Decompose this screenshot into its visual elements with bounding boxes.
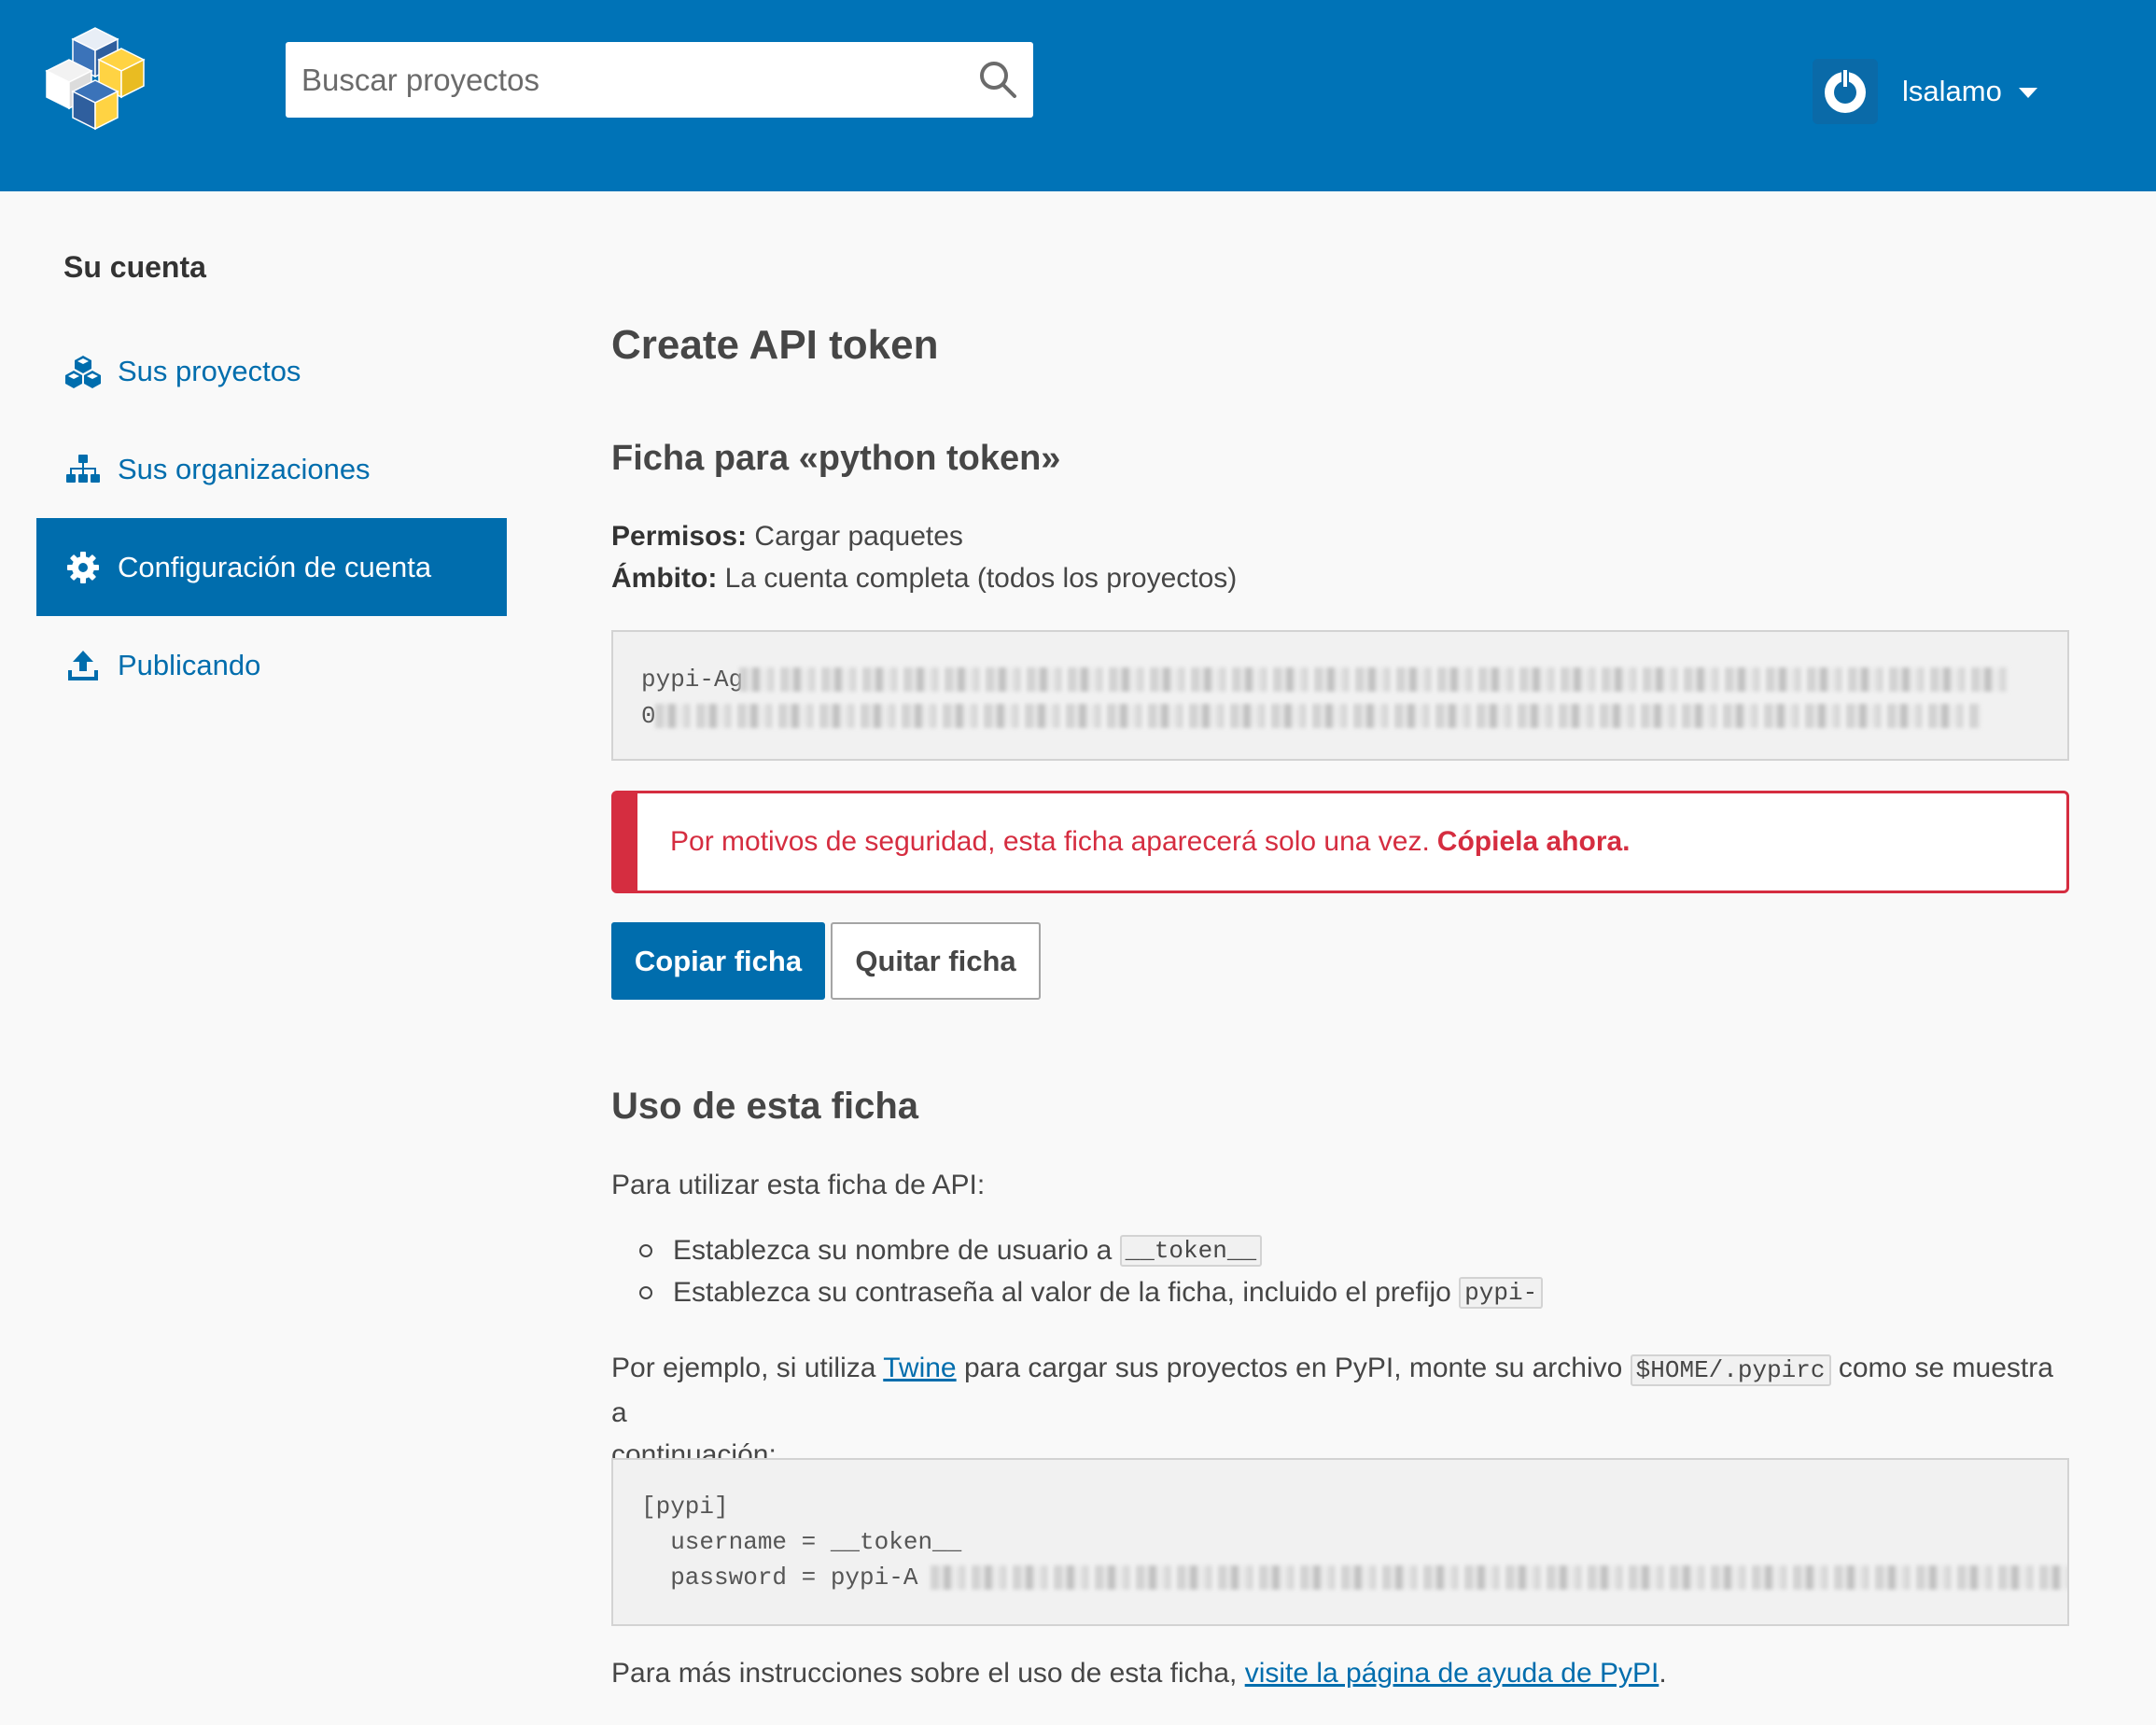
example-text: para cargar sus proyectos en PyPI, monte… (963, 1353, 1623, 1383)
page-title: Create API token (611, 322, 939, 368)
sidebar-item-label: Configuración de cuenta (118, 550, 432, 583)
chevron-down-icon[interactable] (2018, 88, 2037, 98)
sidebar-title: Su cuenta (63, 250, 206, 284)
security-alert: Por motivos de seguridad, esta ficha apa… (611, 791, 2069, 893)
token-redacted (655, 704, 1981, 728)
copy-token-button[interactable]: Copiar ficha (611, 922, 825, 1000)
sidebar-item-account-settings[interactable]: Configuración de cuenta (36, 518, 507, 616)
sidebar-item-organizations[interactable]: Sus organizaciones (36, 420, 507, 518)
example-text: Por ejemplo, si utiliza (611, 1353, 876, 1383)
step-text: Establezca su contraseña al valor de la … (673, 1277, 1451, 1308)
alert-text: Por motivos de seguridad, esta ficha apa… (670, 826, 1430, 857)
inline-code: __token__ (1119, 1235, 1263, 1267)
sidebar-item-projects[interactable]: Sus proyectos (36, 322, 507, 420)
token-heading: Ficha para «python token» (611, 439, 1061, 478)
alert-strong: Cópiela ahora. (1436, 826, 1631, 857)
step-text: Establezca su nombre de usuario a (673, 1235, 1113, 1266)
permissions-label: Permisos: (611, 521, 748, 552)
scope-value: La cuenta completa (todos los proyectos) (724, 563, 1238, 594)
sidebar-item-publishing[interactable]: Publicando (36, 616, 507, 714)
bullet-icon (639, 1244, 652, 1257)
list-item: Establezca su nombre de usuario a __toke… (639, 1235, 1263, 1267)
usage-intro: Para utilizar esta ficha de API: (611, 1170, 986, 1200)
username[interactable]: lsalamo (1902, 75, 2002, 108)
user-menu[interactable]: lsalamo (1813, 59, 2037, 124)
config-section: [pypi] (641, 1493, 729, 1521)
search-icon[interactable] (977, 59, 1018, 100)
token-redacted (739, 667, 2009, 692)
usage-heading: Uso de esta ficha (611, 1086, 919, 1127)
token-line2-prefix: 0 (641, 702, 656, 730)
footer-paragraph: Para más instrucciones sobre el uso de e… (611, 1652, 1667, 1694)
bullet-icon (639, 1286, 652, 1299)
config-password: password = pypi-A (641, 1564, 918, 1592)
permissions-value: Cargar paquetes (754, 521, 963, 552)
token-redacted (931, 1565, 2067, 1590)
site-header: lsalamo (0, 0, 2156, 191)
config-username: username = __token__ (641, 1528, 962, 1556)
sitemap-icon (64, 451, 102, 488)
upload-icon (64, 647, 102, 684)
avatar (1813, 59, 1878, 124)
pypi-logo[interactable] (32, 22, 159, 134)
remove-token-button[interactable]: Quitar ficha (831, 922, 1041, 1000)
scope-label: Ámbito: (611, 563, 718, 594)
example-paragraph: Por ejemplo, si utiliza Twine para carga… (611, 1347, 2069, 1476)
permissions-line: Permisos: Cargar paquetes (611, 521, 963, 553)
token-box[interactable]: pypi-Ag 0 (611, 630, 2069, 761)
list-item: Establezca su contraseña al valor de la … (639, 1277, 1544, 1309)
inline-code: $HOME/.pypirc (1630, 1354, 1831, 1386)
cubes-icon (64, 353, 102, 390)
footer-text: . (1659, 1658, 1667, 1689)
sidebar-item-label: Sus organizaciones (118, 452, 371, 485)
search-bar (286, 42, 1033, 118)
scope-line: Ámbito: La cuenta completa (todos los pr… (611, 563, 1237, 595)
gear-icon (64, 549, 102, 586)
sidebar-item-label: Publicando (118, 648, 261, 681)
sidebar-item-label: Sus proyectos (118, 354, 301, 387)
search-input[interactable] (286, 42, 939, 118)
help-page-link[interactable]: visite la página de ayuda de PyPI (1245, 1658, 1659, 1689)
inline-code: pypi- (1459, 1277, 1544, 1309)
token-prefix: pypi-Ag (641, 666, 744, 694)
footer-text: Para más instrucciones sobre el uso de e… (611, 1658, 1238, 1689)
pypirc-code-block[interactable]: [pypi] username = __token__ password = p… (611, 1458, 2069, 1626)
twine-link[interactable]: Twine (883, 1353, 956, 1383)
